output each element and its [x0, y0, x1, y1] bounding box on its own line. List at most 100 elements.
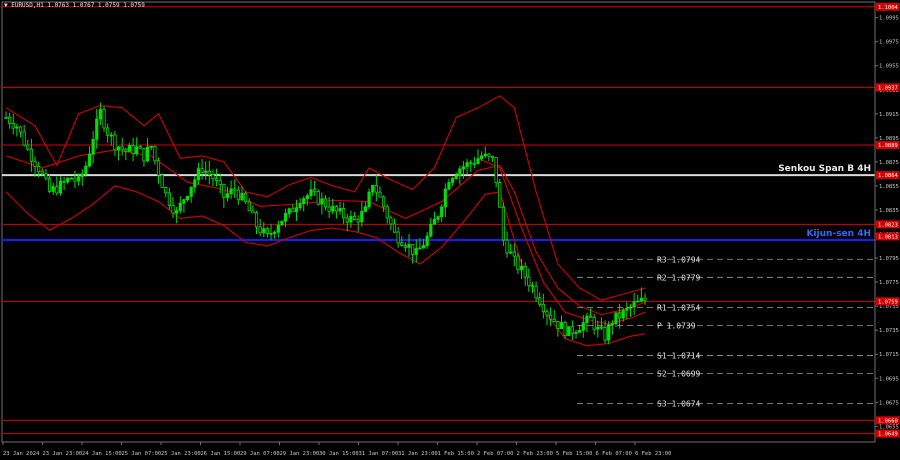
candle-body	[636, 300, 640, 303]
price-chart[interactable]: Senkou Span B 4H Kijun-sen 4H R3 1.0794 R2…	[0, 0, 900, 460]
candle-body	[367, 191, 371, 208]
candle-body	[360, 210, 364, 223]
candle-body	[185, 195, 190, 201]
candle-body	[47, 177, 52, 192]
pivot-label: S2 1.0699	[657, 369, 701, 378]
candle-body	[320, 198, 324, 205]
candle-body	[345, 217, 349, 223]
candle-body	[160, 174, 164, 188]
y-tick-label: 1.0955	[879, 64, 899, 70]
candle-body	[29, 148, 34, 162]
candle-body	[581, 322, 585, 331]
candle-body	[73, 177, 77, 182]
candle-body	[607, 324, 611, 341]
candle-body	[552, 318, 556, 322]
y-tick-label: 1.0715	[879, 352, 899, 358]
candle-body	[298, 203, 302, 209]
price-tag-label: 1.0660	[878, 418, 898, 424]
candle-body	[95, 118, 99, 140]
price-tag-label: 1.0759	[878, 299, 898, 305]
candle-body	[617, 312, 622, 319]
candle-body	[643, 297, 647, 301]
candle-body	[236, 189, 240, 201]
candle-body	[11, 122, 15, 129]
candle-body	[80, 173, 84, 178]
candle-body	[233, 188, 237, 191]
candle-body	[84, 165, 88, 175]
candle-body	[592, 316, 596, 330]
candle-body	[621, 309, 625, 319]
candle-body	[69, 177, 73, 180]
x-tick-label: 23 Jan 2024	[3, 451, 40, 457]
candle-body	[214, 178, 219, 181]
candle-body	[167, 192, 171, 206]
candle-body	[229, 188, 233, 195]
senkou-label: Senkou Span B 4H	[778, 164, 871, 174]
candle-body	[574, 331, 578, 334]
candle-body	[305, 195, 309, 200]
candle-body	[327, 206, 331, 212]
candle-body	[556, 321, 560, 329]
candle-body	[356, 219, 360, 223]
x-tick-label: 26 Jan 15:00	[201, 451, 241, 457]
candle-body	[244, 192, 248, 203]
x-tick-label: 29 Jan 23:00	[280, 451, 320, 457]
y-tick-label: 1.0915	[879, 112, 899, 118]
candle-body	[530, 285, 535, 288]
candle-body	[483, 153, 487, 157]
candle-body	[254, 212, 259, 228]
candle-body	[389, 217, 393, 225]
candle-body	[603, 327, 607, 341]
x-tick-label: 25 Jan 23:00	[161, 451, 201, 457]
candle-body	[374, 185, 378, 193]
candle-body	[98, 109, 102, 120]
candle-body	[37, 166, 41, 173]
candle-body	[131, 145, 135, 155]
candle-body	[4, 117, 8, 119]
candle-body	[55, 186, 59, 194]
candle-body	[302, 198, 306, 205]
chart-header: ▼ EURUSD,H1 1.0763 1.0767 1.0759 1.0759	[4, 2, 145, 9]
candle-body	[33, 160, 37, 167]
x-tick-label: 23 Jan 23:00	[43, 451, 83, 457]
candle-body	[472, 163, 476, 165]
candle-body	[407, 243, 411, 248]
candle-body	[62, 180, 66, 183]
candle-body	[549, 314, 553, 320]
candle-body	[145, 146, 150, 162]
candle-body	[135, 146, 139, 155]
x-tick-label: 31 Jan 07:00	[359, 451, 399, 457]
candle-body	[498, 182, 502, 208]
candle-body	[541, 303, 545, 313]
candle-body	[632, 301, 636, 308]
candle-body	[494, 157, 498, 183]
y-tick-label: 1.0655	[879, 424, 899, 430]
candle-body	[432, 219, 437, 225]
candle-body	[563, 322, 567, 336]
candle-body	[570, 326, 574, 334]
candle-body	[40, 171, 44, 175]
x-tick-label: 31 Jan 23:00	[398, 451, 438, 457]
candle-body	[51, 186, 55, 192]
candle-body	[189, 186, 193, 197]
candle-body	[280, 220, 284, 226]
candle-body	[251, 210, 255, 214]
candle-body	[247, 201, 251, 212]
candle-body	[454, 175, 458, 179]
y-tick-label: 1.0895	[879, 136, 899, 142]
candle-body	[480, 155, 484, 160]
y-tick-label: 1.0775	[879, 280, 899, 286]
y-tick-label: 1.0695	[879, 376, 899, 382]
candle-body	[240, 192, 244, 201]
candle-body	[519, 266, 524, 271]
pivot-label: R3 1.0794	[657, 255, 701, 264]
candle-body	[490, 155, 495, 158]
candle-body	[338, 208, 342, 212]
candle-body	[610, 323, 614, 326]
y-tick-label: 1.0975	[879, 40, 899, 46]
y-tick-label: 1.0795	[879, 256, 899, 262]
x-tick-label: 1 Feb 15:00	[438, 451, 474, 457]
candle-body	[578, 329, 582, 333]
candle-body	[294, 207, 299, 213]
candle-body	[447, 182, 451, 190]
